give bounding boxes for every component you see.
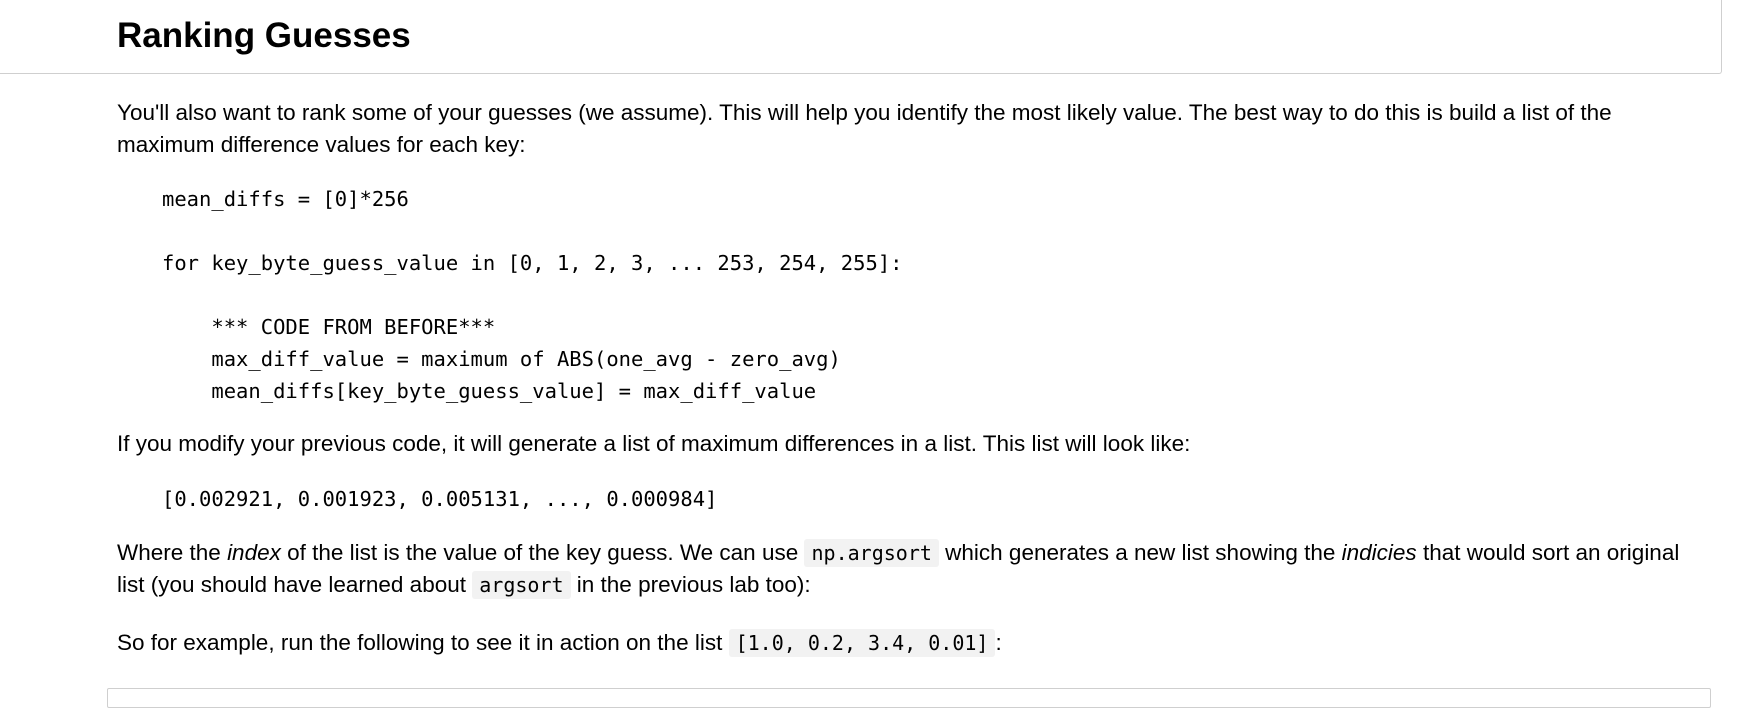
text-run: of the list is the value of the key gues… bbox=[280, 540, 805, 565]
text-run: in the previous lab too): bbox=[570, 572, 811, 597]
inline-code-argsort: argsort bbox=[472, 571, 571, 599]
intro-line-2: maximum difference values for each key: bbox=[117, 132, 526, 157]
code-line: mean_diffs = [0]*256 bbox=[162, 187, 409, 211]
code-line: *** CODE FROM BEFORE*** bbox=[162, 315, 496, 339]
emphasis-indicies: indicies bbox=[1341, 540, 1417, 565]
pseudocode-block: mean_diffs = [0]*256 ​ for key_byte_guess_… bbox=[162, 183, 903, 407]
modify-paragraph: If you modify your previous code, it wil… bbox=[117, 431, 1191, 456]
code-line: ​ bbox=[162, 215, 903, 247]
argsort-paragraph: Where the index of the list is the value… bbox=[117, 537, 1679, 601]
inline-code-example-list: [1.0, 0.2, 3.4, 0.01] bbox=[728, 629, 996, 657]
argsort-line-1: Where the index of the list is the value… bbox=[117, 537, 1679, 569]
argsort-line-2: list (you should have learned about args… bbox=[117, 569, 1679, 601]
list-example-code: [0.002921, 0.001923, 0.005131, ..., 0.00… bbox=[162, 487, 718, 511]
intro-paragraph: You'll also want to rank some of your gu… bbox=[117, 97, 1612, 161]
text-run: list (you should have learned about bbox=[117, 572, 473, 597]
next-code-cell[interactable] bbox=[107, 688, 1711, 708]
text-run: Where the bbox=[117, 540, 228, 565]
emphasis-index: index bbox=[227, 540, 281, 565]
section-heading: Ranking Guesses bbox=[117, 16, 411, 55]
code-line: max_diff_value = maximum of ABS(one_avg … bbox=[162, 347, 841, 371]
code-line: for key_byte_guess_value in [0, 1, 2, 3,… bbox=[162, 251, 903, 275]
text-run: that would sort an original bbox=[1416, 540, 1680, 565]
text-run: : bbox=[995, 630, 1002, 655]
code-line: mean_diffs[key_byte_guess_value] = max_d… bbox=[162, 379, 817, 403]
text-run: So for example, run the following to see… bbox=[117, 630, 729, 655]
intro-line-1: You'll also want to rank some of your gu… bbox=[117, 100, 1612, 125]
text-run: which generates a new list showing the bbox=[938, 540, 1342, 565]
code-line: ​ bbox=[162, 279, 903, 311]
example-paragraph: So for example, run the following to see… bbox=[117, 627, 1002, 659]
inline-code-np-argsort: np.argsort bbox=[804, 539, 939, 567]
